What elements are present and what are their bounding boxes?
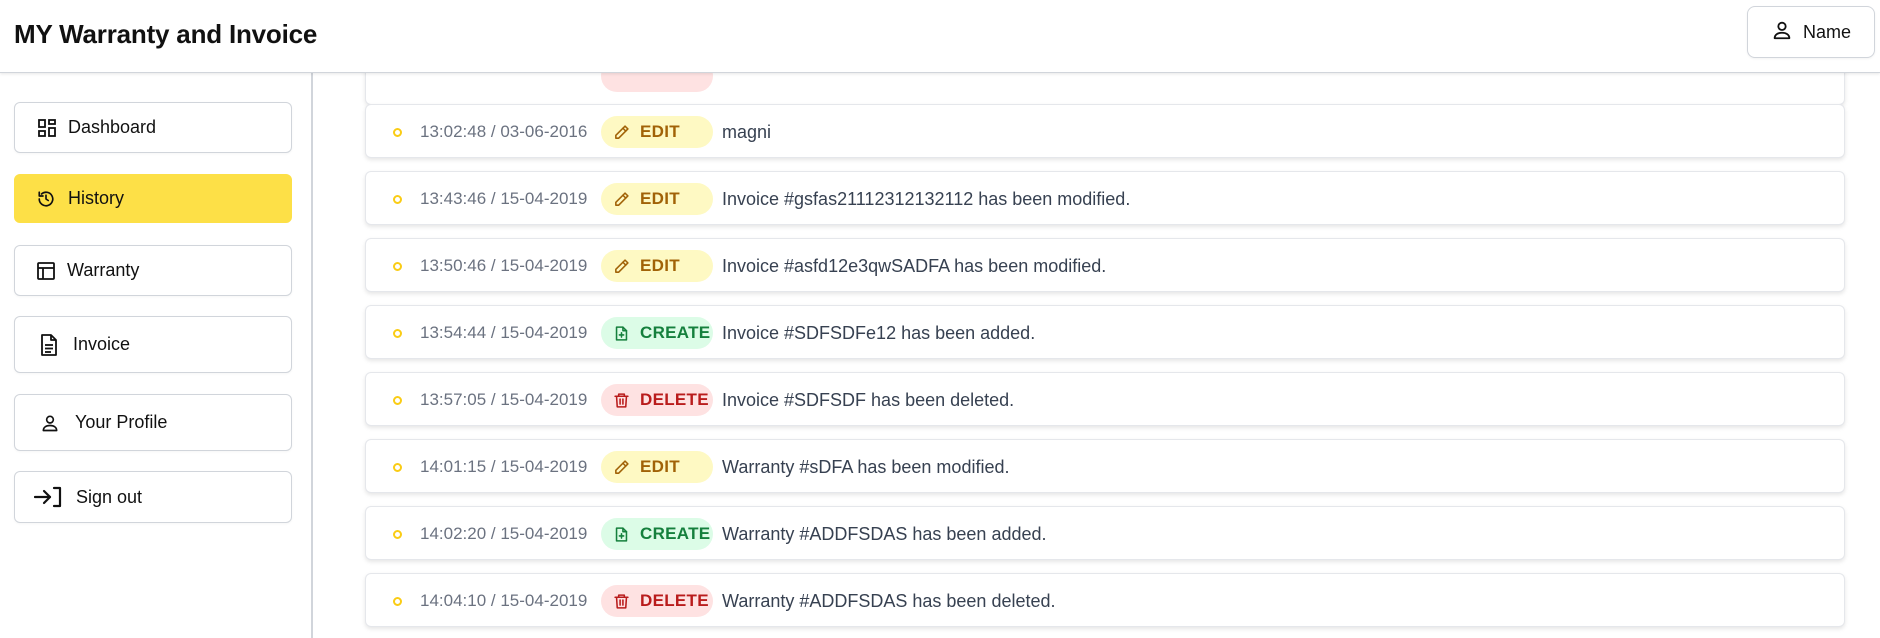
sidebar-item-invoice[interactable]: Invoice — [14, 316, 292, 373]
history-timestamp: 13:50:46 / 15-04-2019 — [420, 256, 588, 275]
history-row: 13:43:46 / 15-04-2019 EDIT Invoice #gsfa… — [365, 171, 1845, 225]
add-file-icon — [615, 325, 628, 341]
sidebar-item-label: Your Profile — [75, 412, 168, 432]
history-message: Invoice #SDFSDF has been deleted. — [722, 390, 1015, 410]
timeline-dot-icon — [393, 530, 402, 539]
sidebar-item-label: Sign out — [76, 486, 143, 507]
action-label: DELETE — [640, 591, 709, 610]
sidebar-item-label: Invoice — [73, 334, 131, 354]
history-message: Invoice #asfd12e3qwSADFA has been modifi… — [722, 256, 1107, 276]
pencil-icon — [615, 258, 629, 273]
history-message: magni — [722, 122, 772, 142]
sidebar-item-label: History — [68, 188, 125, 208]
history-row: 14:01:15 / 15-04-2019 EDIT Warranty #sDF… — [365, 439, 1845, 493]
action-badge-delete: DELETE — [601, 384, 713, 416]
action-label: EDIT — [640, 256, 680, 275]
history-list[interactable]: 13:02:48 / 03-06-2016 EDIT magni 13:43:4… — [315, 73, 1880, 638]
dashboard-icon — [38, 118, 56, 137]
sign-out-icon — [34, 486, 62, 508]
warranty-icon — [37, 261, 55, 280]
trash-icon — [614, 392, 629, 408]
sidebar-item-history[interactable]: History — [14, 174, 292, 223]
timeline-dot-icon — [393, 195, 402, 204]
history-row: 13:54:44 / 15-04-2019 CREATE Invoice #SD… — [365, 305, 1845, 359]
sidebar-item-label: Warranty — [67, 260, 140, 280]
history-timestamp: 13:54:44 / 15-04-2019 — [420, 323, 588, 342]
top-bar: MY Warranty and Invoice Name — [0, 0, 1880, 73]
timeline-dot-icon — [393, 396, 402, 405]
action-badge-edit: EDIT — [601, 116, 713, 148]
action-label: CREATE — [640, 323, 711, 342]
sidebar: Dashboard History Warranty Invoice Your … — [0, 73, 313, 638]
history-timestamp: 13:43:46 / 15-04-2019 — [420, 189, 588, 208]
history-row: 13:50:46 / 15-04-2019 EDIT Invoice #asfd… — [365, 238, 1845, 292]
timeline-dot-icon — [393, 463, 402, 472]
history-timestamp: 14:01:15 / 15-04-2019 — [420, 457, 588, 476]
delete-badge-partial — [601, 73, 713, 92]
user-menu-button[interactable]: Name — [1747, 6, 1875, 58]
sidebar-item-label: Dashboard — [68, 117, 157, 137]
user-name-label: Name — [1802, 21, 1851, 42]
history-message: Invoice #SDFSDFe12 has been added. — [722, 323, 1036, 343]
history-icon — [37, 190, 55, 208]
history-row: 14:02:20 / 15-04-2019 CREATE Warranty #A… — [365, 506, 1845, 560]
document-icon — [40, 333, 58, 356]
history-row-partial — [365, 73, 1845, 105]
user-icon — [1771, 19, 1793, 46]
history-timestamp: 14:02:20 / 15-04-2019 — [420, 524, 588, 543]
history-row: 14:04:10 / 15-04-2019 DELETE Warranty #A… — [365, 573, 1845, 627]
pencil-icon — [615, 459, 629, 474]
timeline-dot-icon — [393, 329, 402, 338]
pencil-icon — [615, 124, 629, 139]
action-label: EDIT — [640, 457, 680, 476]
action-label: DELETE — [640, 390, 709, 409]
action-label: EDIT — [640, 189, 680, 208]
action-badge-create: CREATE — [601, 518, 713, 550]
action-badge-edit: EDIT — [601, 250, 713, 282]
action-label: EDIT — [640, 122, 680, 141]
sidebar-item-dashboard[interactable]: Dashboard — [14, 102, 292, 153]
timeline-dot-icon — [393, 262, 402, 271]
action-badge-edit: EDIT — [601, 183, 713, 215]
timeline-dot-icon — [393, 128, 402, 137]
timeline-dot-icon — [393, 597, 402, 606]
history-message: Warranty #sDFA has been modified. — [722, 457, 1010, 477]
sidebar-item-your-profile[interactable]: Your Profile — [14, 394, 292, 451]
action-label: CREATE — [640, 524, 711, 543]
pencil-icon — [615, 191, 629, 206]
history-timestamp: 13:57:05 / 15-04-2019 — [420, 390, 588, 409]
trash-icon — [614, 593, 629, 609]
history-row: 13:57:05 / 15-04-2019 DELETE Invoice #SD… — [365, 372, 1845, 426]
action-badge-create: CREATE — [601, 317, 713, 349]
history-timestamp: 14:04:10 / 15-04-2019 — [420, 591, 588, 610]
history-timestamp: 13:02:48 / 03-06-2016 — [420, 122, 588, 141]
history-message: Invoice #gsfas21112312132112 has been mo… — [722, 189, 1131, 209]
action-badge-delete: DELETE — [601, 585, 713, 617]
add-file-icon — [615, 526, 628, 542]
action-badge-edit: EDIT — [601, 451, 713, 483]
user-icon — [40, 413, 60, 433]
app-title: MY Warranty and Invoice — [14, 19, 318, 49]
history-row: 13:02:48 / 03-06-2016 EDIT magni — [365, 104, 1845, 158]
history-message: Warranty #ADDFSDAS has been added. — [722, 524, 1047, 544]
history-message: Warranty #ADDFSDAS has been deleted. — [722, 591, 1056, 611]
sidebar-item-sign-out[interactable]: Sign out — [14, 471, 292, 523]
sidebar-item-warranty[interactable]: Warranty — [14, 245, 292, 296]
